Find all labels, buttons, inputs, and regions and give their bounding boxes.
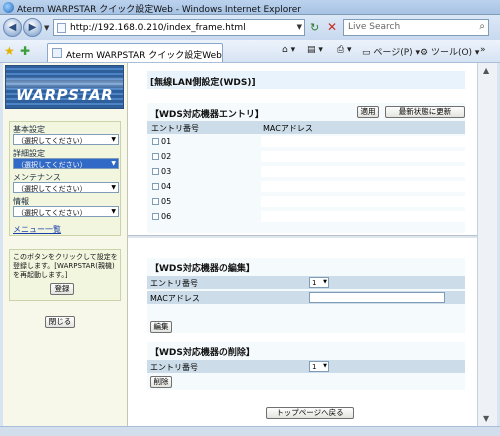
logo-text: WARPSTAR — [16, 86, 114, 104]
address-dropdown-icon[interactable]: ▼ — [297, 23, 302, 31]
tab-warpstar[interactable]: Aterm WARPSTAR クイック設定Web — [47, 43, 223, 62]
scroll-down-icon[interactable]: ▼ — [483, 414, 489, 423]
add-favorites-icon[interactable]: ✚ — [20, 44, 30, 58]
delete-button[interactable]: 削除 — [150, 376, 172, 388]
page-title: [無線LAN側設定(WDS)] — [150, 78, 256, 88]
table-row: 05 — [147, 195, 465, 208]
mac-cell — [261, 211, 465, 222]
menu-list-link[interactable]: メニュー一覧 — [13, 224, 61, 235]
feeds-icon[interactable]: ▤ ▾ — [307, 45, 323, 55]
ie-app-icon — [3, 2, 14, 13]
col-entry-header: エントリ番号 — [151, 124, 199, 133]
chevron-right-icon[interactable]: » — [480, 45, 486, 55]
page-icon — [57, 23, 66, 33]
tab-row: ★ ✚ Aterm WARPSTAR クイック設定Web ⌂ ▾ ▤ ▾ ⎙ ▾… — [0, 40, 500, 63]
left-frame: WARPSTAR 基本設定 （選択してください） ▼ 詳細設定 （選択してください… — [3, 63, 128, 426]
wds-delete-title: 【WDS対応機器の削除】 — [150, 348, 255, 358]
mac-address-input[interactable] — [309, 292, 445, 303]
table-row: 02 — [147, 150, 465, 163]
favorites-star-icon[interactable]: ★ — [4, 44, 15, 58]
chevron-down-icon: ▼ — [111, 208, 116, 215]
delete-entry-select[interactable]: 1 ▼ — [309, 361, 329, 372]
chevron-down-icon: ▼ — [111, 160, 116, 167]
refresh-icon[interactable]: ↻ — [310, 21, 319, 34]
table-row: 06 — [147, 210, 465, 223]
close-button[interactable]: 閉じる — [45, 316, 75, 328]
mac-cell — [261, 151, 465, 162]
menu-advanced-select[interactable]: （選択してください） ▼ — [13, 158, 119, 169]
lower-main-frame: 【WDS対応機器の編集】 エントリ番号 1 ▼ MACアドレス 編集 【WDS対応… — [128, 238, 477, 426]
search-input[interactable]: Live Search ⌕ — [343, 19, 489, 36]
entry-table-header: エントリ番号 MACアドレス — [147, 121, 465, 134]
search-icon[interactable]: ⌕ — [479, 21, 485, 32]
forward-button[interactable]: ▶ — [23, 18, 42, 37]
history-dropdown-icon[interactable]: ▼ — [44, 24, 49, 32]
register-button[interactable]: 登録 — [50, 283, 74, 295]
tools-menu-label: ツール(O) — [430, 48, 473, 58]
mac-cell — [261, 166, 465, 177]
edit-entry-row: エントリ番号 1 ▼ — [147, 276, 465, 289]
mac-cell — [261, 196, 465, 207]
chevron-down-icon: ▼ — [111, 184, 116, 191]
menu-maintenance-select[interactable]: （選択してください） ▼ — [13, 182, 119, 193]
address-url[interactable]: http://192.168.0.210/index_frame.html — [70, 23, 246, 33]
edit-mac-label: MACアドレス — [150, 294, 200, 303]
page-menu-label: ページ(P) — [373, 48, 413, 58]
table-row: 03 — [147, 165, 465, 178]
page-content: WARPSTAR 基本設定 （選択してください） ▼ 詳細設定 （選択してください… — [3, 63, 477, 426]
col-mac-header: MACアドレス — [263, 124, 313, 133]
entry-checkbox[interactable] — [152, 183, 159, 190]
edit-button[interactable]: 編集 — [150, 321, 172, 333]
mac-cell — [261, 181, 465, 192]
register-note-text: このボタンをクリックして設定を登録します。[WARPSTAR(親機)を再起動しま… — [13, 253, 118, 279]
stop-icon[interactable]: ✕ — [327, 20, 337, 34]
delete-entry-label: エントリ番号 — [150, 363, 198, 372]
table-row: 04 — [147, 180, 465, 193]
upper-main-frame: [無線LAN側設定(WDS)] 【WDS対応機器エントリ】 適用 最新状態に更新… — [128, 63, 477, 235]
address-bar[interactable]: http://192.168.0.210/index_frame.html ▼ — [53, 19, 305, 36]
window-title: Aterm WARPSTAR クイック設定Web - Windows Inter… — [17, 5, 301, 15]
menu-info-select[interactable]: （選択してください） ▼ — [13, 206, 119, 217]
address-row: ◀ ▶ ▼ http://192.168.0.210/index_frame.h… — [0, 15, 500, 40]
status-bar — [0, 426, 500, 436]
table-row: 01 — [147, 135, 465, 148]
register-note-panel: このボタンをクリックして設定を登録します。[WARPSTAR(親機)を再起動しま… — [9, 249, 121, 301]
home-icon[interactable]: ⌂ ▾ — [282, 45, 295, 55]
page-menu[interactable]: ▭ ページ(P) ▾ — [362, 45, 420, 58]
tab-page-icon — [52, 48, 62, 58]
entry-checkbox[interactable] — [152, 138, 159, 145]
entry-checkbox[interactable] — [152, 153, 159, 160]
tab-label: Aterm WARPSTAR クイック設定Web — [66, 51, 222, 61]
edit-entry-label: エントリ番号 — [150, 279, 198, 288]
chevron-down-icon: ▼ — [323, 363, 327, 369]
mac-cell — [261, 136, 465, 147]
wds-entry-section: 【WDS対応機器エントリ】 適用 最新状態に更新 エントリ番号 MACアドレス … — [147, 103, 465, 233]
settings-menu-panel: 基本設定 （選択してください） ▼ 詳細設定 （選択してください） ▼ メンテナンス… — [9, 121, 121, 236]
edit-mac-row: MACアドレス — [147, 291, 465, 304]
page-title-bar: [無線LAN側設定(WDS)] — [147, 71, 465, 89]
menu-basic-select[interactable]: （選択してください） ▼ — [13, 134, 119, 145]
vertical-scrollbar[interactable]: ▲ ▼ — [477, 63, 497, 426]
entry-checkbox[interactable] — [152, 168, 159, 175]
wds-delete-section: 【WDS対応機器の削除】 エントリ番号 1 ▼ 削除 — [147, 342, 465, 390]
back-to-top-button[interactable]: トップページへ戻る — [266, 407, 354, 419]
print-icon[interactable]: ⎙ ▾ — [337, 45, 352, 55]
entry-checkbox[interactable] — [152, 213, 159, 220]
chevron-down-icon: ▼ — [111, 136, 116, 143]
chevron-down-icon: ▼ — [323, 279, 327, 285]
tools-menu[interactable]: ⚙ ツール(O) ▾ — [420, 45, 479, 58]
wds-edit-title: 【WDS対応機器の編集】 — [150, 264, 255, 274]
back-button[interactable]: ◀ — [3, 18, 22, 37]
edit-entry-select[interactable]: 1 ▼ — [309, 277, 329, 288]
search-placeholder: Live Search — [348, 22, 401, 32]
delete-entry-row: エントリ番号 1 ▼ — [147, 360, 465, 373]
apply-button[interactable]: 適用 — [357, 106, 379, 118]
window-titlebar: Aterm WARPSTAR クイック設定Web - Windows Inter… — [0, 0, 500, 15]
warpstar-logo: WARPSTAR — [5, 65, 124, 109]
wds-edit-section: 【WDS対応機器の編集】 エントリ番号 1 ▼ MACアドレス 編集 — [147, 258, 465, 333]
entry-checkbox[interactable] — [152, 198, 159, 205]
scroll-up-icon[interactable]: ▲ — [483, 66, 489, 75]
refresh-status-button[interactable]: 最新状態に更新 — [385, 106, 465, 118]
wds-entry-title: 【WDS対応機器エントリ】 — [150, 110, 264, 120]
